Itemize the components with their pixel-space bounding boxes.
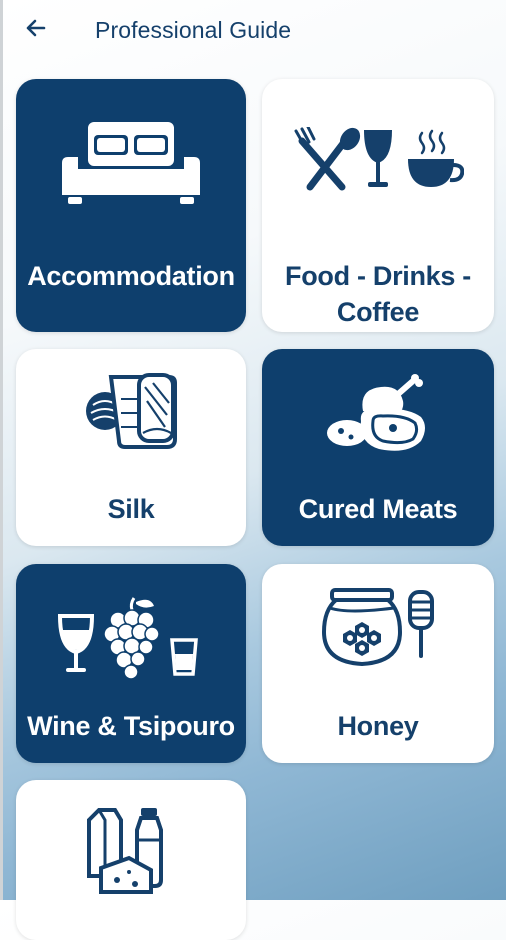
- wine-grapes-icon: [57, 597, 198, 680]
- screen-edge: [0, 0, 3, 900]
- tile-wine-tsipouro[interactable]: Wine & Tsipouro: [16, 564, 246, 763]
- tile-cured-meats[interactable]: Cured Meats: [262, 349, 494, 546]
- tile-label-line1: Food - Drinks -: [285, 261, 471, 291]
- tile-dairy[interactable]: [16, 780, 246, 940]
- page-title: Professional Guide: [95, 17, 292, 43]
- tile-label: Honey: [337, 711, 419, 741]
- food-drinks-coffee-icon: [294, 127, 464, 191]
- tile-food-drinks-coffee[interactable]: Food - Drinks - Coffee: [262, 79, 494, 332]
- tile-silk[interactable]: Silk: [16, 349, 246, 546]
- back-button[interactable]: [20, 14, 54, 44]
- silk-fabric-icon: [86, 373, 177, 449]
- dairy-products-icon: [87, 808, 163, 894]
- tile-label: Cured Meats: [298, 494, 458, 524]
- tile-label: Accommodation: [27, 261, 235, 291]
- tile-label-line2: Coffee: [336, 297, 420, 327]
- cured-meats-icon: [327, 374, 425, 451]
- arrow-left-icon: [26, 19, 46, 37]
- app-bar: Professional Guide: [0, 0, 506, 62]
- bed-icon: [62, 122, 200, 204]
- tile-label: Wine & Tsipouro: [27, 711, 235, 741]
- honey-jar-icon: [321, 588, 434, 667]
- tile-label: Silk: [107, 494, 155, 524]
- tile-honey[interactable]: Honey: [262, 564, 494, 763]
- tile-accommodation[interactable]: Accommodation: [16, 79, 246, 332]
